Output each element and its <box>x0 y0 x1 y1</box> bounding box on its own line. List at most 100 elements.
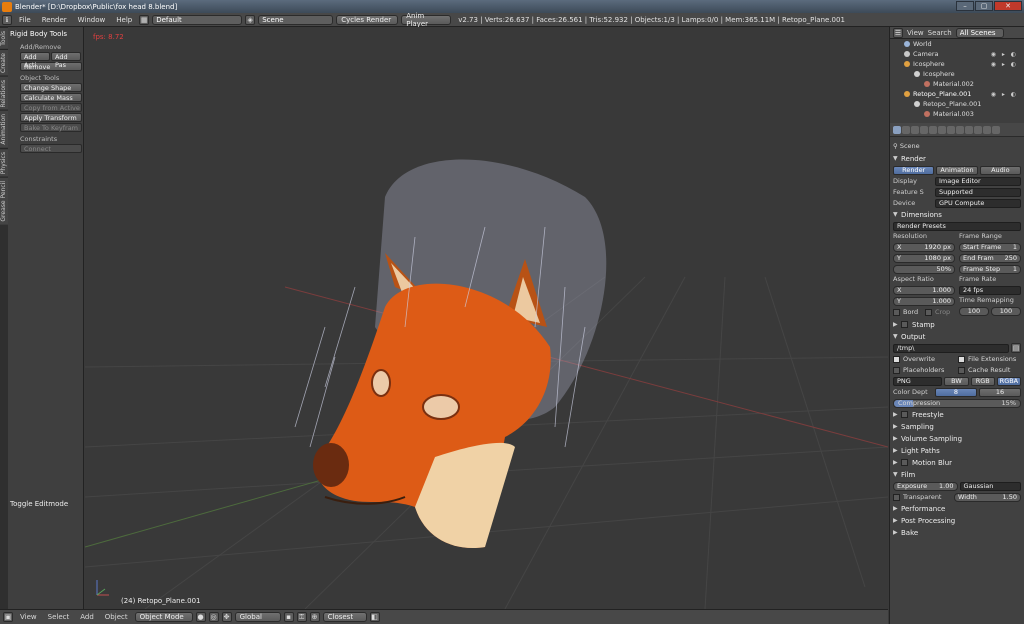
motion-blur-panel-header[interactable]: ▶ Motion Blur <box>893 457 1021 468</box>
pin-icon[interactable]: ⚲ <box>893 142 898 150</box>
apply-transform-button[interactable]: Apply Transform <box>20 113 82 122</box>
tab-animation[interactable]: Animation <box>0 110 8 148</box>
bake-panel-header[interactable]: ▶ Bake <box>893 527 1021 538</box>
start-frame-field[interactable]: Start Frame 1 <box>959 242 1021 252</box>
render-tab-icon[interactable] <box>893 125 901 134</box>
maximize-icon[interactable]: ▢ <box>975 1 993 11</box>
mode-dropdown[interactable]: Object Mode <box>134 612 193 622</box>
change-shape-button[interactable]: Change Shape <box>20 83 82 92</box>
menu-file[interactable]: File <box>15 16 35 24</box>
menu-window[interactable]: Window <box>74 16 110 24</box>
outliner-display-mode[interactable]: All Scenes <box>955 27 1004 38</box>
data-tab-icon[interactable] <box>956 125 964 134</box>
outliner-item-icosphere[interactable]: Icosphere ◉ ▸ ◐ <box>890 59 1024 69</box>
outliner-editor-icon[interactable]: ☰ <box>893 27 903 38</box>
visibility-controls[interactable]: ◉ ▸ ◐ <box>991 61 1018 68</box>
transparent-checkbox[interactable]: Transparent <box>893 493 952 501</box>
performance-panel-header[interactable]: ▶ Performance <box>893 503 1021 514</box>
material-tab-icon[interactable] <box>965 125 973 134</box>
menu-help[interactable]: Help <box>112 16 136 24</box>
output-panel-header[interactable]: ▼ Output <box>893 331 1021 342</box>
aspect-y-field[interactable]: Y 1.000 <box>893 296 955 306</box>
compression-slider[interactable]: Compression 15% <box>893 398 1021 408</box>
close-icon[interactable]: ✕ <box>994 1 1022 11</box>
tab-tools[interactable]: Tools <box>0 27 8 49</box>
remap-old-field[interactable]: 100 <box>959 306 989 316</box>
texture-tab-icon[interactable] <box>974 125 982 134</box>
add-active-button[interactable]: Add Acti <box>20 52 50 69</box>
copy-from-active-button[interactable]: Copy from Active <box>20 103 82 112</box>
cache-result-checkbox[interactable]: Cache Result <box>958 366 1021 374</box>
post-processing-panel-header[interactable]: ▶ Post Processing <box>893 515 1021 526</box>
stamp-panel-header[interactable]: ▶ Stamp <box>893 319 1021 330</box>
frame-rate-dropdown[interactable]: 24 fps <box>959 285 1021 295</box>
tab-create[interactable]: Create <box>0 48 8 76</box>
light-paths-panel-header[interactable]: ▶ Light Paths <box>893 445 1021 456</box>
scene-icon[interactable]: ◈ <box>245 14 256 25</box>
render-layers-tab-icon[interactable] <box>902 125 910 134</box>
tab-grease-pencil[interactable]: Grease Pencil <box>0 177 8 225</box>
sampling-panel-header[interactable]: ▶ Sampling <box>893 421 1021 432</box>
exposure-field[interactable]: Exposure 1.00 <box>893 481 958 491</box>
modifiers-tab-icon[interactable] <box>947 125 955 134</box>
menu-render[interactable]: Render <box>38 16 71 24</box>
film-panel-header[interactable]: ▼ Film <box>893 469 1021 480</box>
menu-view[interactable]: View <box>16 613 41 621</box>
scene-tab-icon[interactable] <box>911 125 919 134</box>
visibility-controls[interactable]: ◉ ▸ ◐ <box>991 91 1018 98</box>
outliner-item-camera[interactable]: Camera ◉ ▸ ◐ <box>890 49 1024 59</box>
add-passive-button[interactable]: Add Pas <box>51 52 81 69</box>
freestyle-checkbox[interactable] <box>901 411 908 418</box>
outliner-item-material-003[interactable]: Material.003 <box>890 109 1024 119</box>
snap-icon[interactable]: ⊕ <box>309 612 320 622</box>
audio-button[interactable]: Audio <box>979 165 1021 175</box>
outliner-item-icosphere-mesh[interactable]: Icosphere <box>890 69 1024 79</box>
outliner-search-menu[interactable]: Search <box>928 29 952 37</box>
frame-step-field[interactable]: Frame Step 1 <box>959 264 1021 274</box>
menu-add[interactable]: Add <box>76 613 98 621</box>
outliner-item-retopo-plane-mesh[interactable]: Retopo_Plane.001 <box>890 99 1024 109</box>
resolution-y-field[interactable]: Y 1080 px <box>893 253 955 263</box>
freestyle-panel-header[interactable]: ▶ Freestyle <box>893 409 1021 420</box>
device-dropdown[interactable]: GPU Compute <box>935 198 1021 208</box>
aspect-x-field[interactable]: X 1.000 <box>893 285 955 295</box>
render-engine-dropdown[interactable]: Cycles Render <box>336 14 399 25</box>
snap-target-dropdown[interactable]: Closest <box>322 612 367 622</box>
3d-viewport[interactable]: fps: 8.72 (24) Retopo_Plane.001 <box>85 27 888 609</box>
shading-icon[interactable]: ● <box>195 612 206 622</box>
rgba-button[interactable]: RGBA <box>996 376 1022 386</box>
overwrite-checkbox[interactable]: Overwrite <box>893 355 956 363</box>
particles-tab-icon[interactable] <box>983 125 991 134</box>
placeholders-checkbox[interactable]: Placeholders <box>893 366 956 374</box>
end-frame-field[interactable]: End Fram 250 <box>959 253 1021 263</box>
bake-to-keyframes-button[interactable]: Bake To Keyfram <box>20 123 82 132</box>
file-extensions-checkbox[interactable]: File Extensions <box>958 355 1021 363</box>
remove-button[interactable]: Remove <box>20 62 82 71</box>
output-path-field[interactable]: /tmp\ <box>893 343 1009 353</box>
constraints-tab-icon[interactable] <box>938 125 946 134</box>
depth-16-button[interactable]: 16 <box>979 387 1021 397</box>
toggle-editmode-panel[interactable]: Toggle Editmode <box>10 500 68 508</box>
editor-type-icon[interactable]: ▣ <box>3 612 13 622</box>
anim-player-button[interactable]: Anim Player <box>401 12 452 28</box>
filter-width-field[interactable]: Width 1.50 <box>954 492 1021 502</box>
calculate-mass-button[interactable]: Calculate Mass <box>20 93 82 102</box>
crop-checkbox[interactable]: Crop <box>925 308 955 316</box>
resolution-x-field[interactable]: X 1920 px <box>893 242 955 252</box>
remap-new-field[interactable]: 100 <box>991 306 1021 316</box>
layers-icon[interactable]: ▪ <box>283 612 294 622</box>
screen-layout-field[interactable]: Default <box>152 14 243 25</box>
feature-set-dropdown[interactable]: Supported <box>935 187 1021 197</box>
orientation-dropdown[interactable]: Global <box>234 612 281 622</box>
motion-blur-checkbox[interactable] <box>901 459 908 466</box>
world-tab-icon[interactable] <box>920 125 928 134</box>
outliner-item-world[interactable]: World <box>890 39 1024 49</box>
resolution-percent-slider[interactable]: 50% <box>893 264 955 274</box>
outliner-view-menu[interactable]: View <box>907 29 924 37</box>
render-button[interactable]: Render <box>893 165 935 175</box>
animation-button[interactable]: Animation <box>936 165 978 175</box>
object-tab-icon[interactable] <box>929 125 937 134</box>
scene-field[interactable]: Scene <box>258 14 334 25</box>
filter-type-dropdown[interactable]: Gaussian <box>959 481 1021 491</box>
lock-icon[interactable]: ⚿ <box>296 612 307 622</box>
